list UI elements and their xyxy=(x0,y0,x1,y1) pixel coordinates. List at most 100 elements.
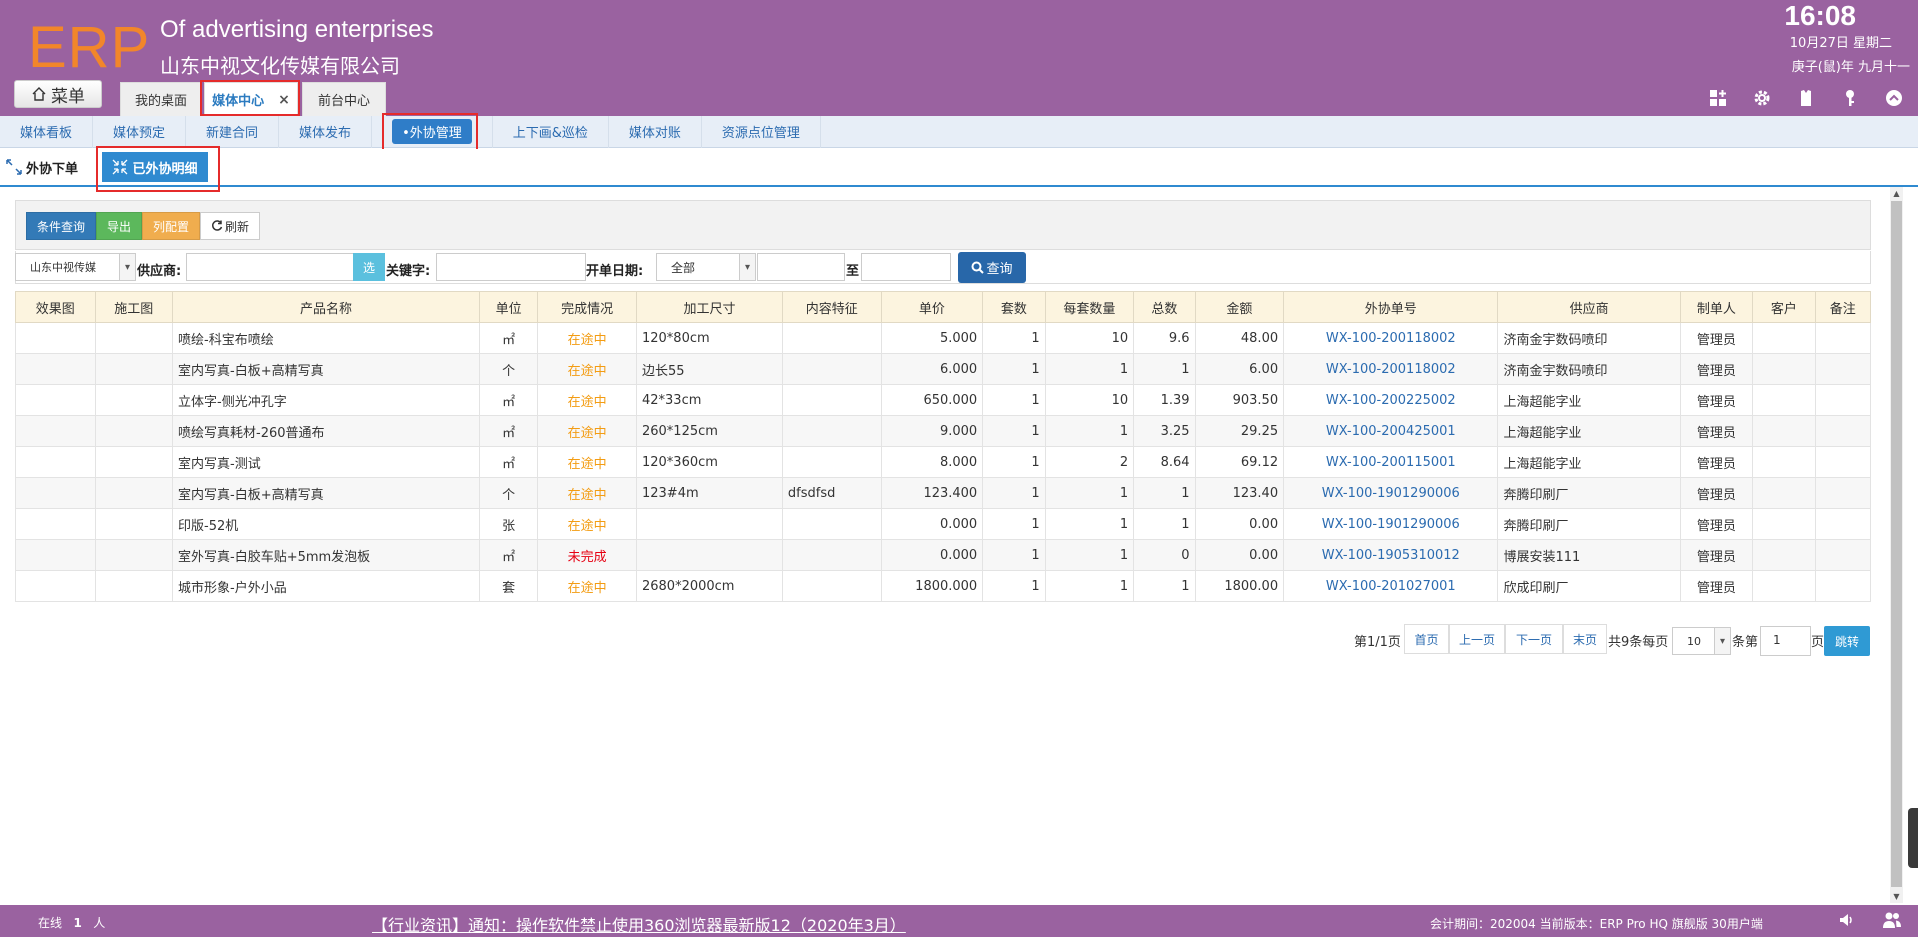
construction-image-cell xyxy=(94,477,173,509)
menu-button[interactable]: 菜单 xyxy=(14,80,102,108)
column-header[interactable]: 套数 xyxy=(982,291,1046,323)
condition-query-button[interactable]: 条件查询 xyxy=(26,212,97,240)
side-drawer-handle[interactable] xyxy=(1908,808,1918,868)
tab-media-center[interactable]: 媒体中心 × xyxy=(204,82,298,116)
jump-button[interactable]: 跳转 xyxy=(1824,626,1870,656)
order-number-link[interactable]: WX-100-200118002 xyxy=(1326,331,1456,346)
column-header[interactable]: 每套数量 xyxy=(1044,291,1135,323)
tab-front-center[interactable]: 前台中心 xyxy=(302,82,386,116)
product-name-cell: 室内写真-白板+高精写真 xyxy=(172,477,480,509)
column-header[interactable]: 金额 xyxy=(1194,291,1285,323)
order-number-cell[interactable]: WX-100-200225002 xyxy=(1283,384,1499,416)
column-header[interactable]: 加工尺寸 xyxy=(635,291,783,323)
date-range-select[interactable]: 全部 ▾ xyxy=(656,253,756,281)
scrollbar-thumb[interactable] xyxy=(1891,201,1902,887)
construction-image-cell xyxy=(94,570,173,602)
column-header[interactable]: 总数 xyxy=(1133,291,1196,323)
close-icon[interactable]: × xyxy=(278,92,290,108)
order-number-link[interactable]: WX-100-200118002 xyxy=(1326,362,1456,377)
column-header[interactable]: 单位 xyxy=(478,291,539,323)
order-number-link[interactable]: WX-100-201027001 xyxy=(1326,579,1456,594)
creator-cell: 管理员 xyxy=(1679,384,1754,416)
vertical-scrollbar[interactable]: ▲ ▼ xyxy=(1890,187,1903,903)
keyword-input[interactable] xyxy=(436,253,586,281)
supplier-input[interactable] xyxy=(186,253,354,281)
prev-page-button[interactable]: 上一页 xyxy=(1449,624,1505,654)
shirt-icon[interactable] xyxy=(1794,86,1818,110)
creator-cell: 管理员 xyxy=(1679,570,1754,602)
order-number-cell[interactable]: WX-100-1901290006 xyxy=(1283,477,1499,509)
table-row[interactable]: 室内写真-白板+高精写真 个 在途中 边长55 6.000 1 1 1 6.00 WX-100-2… xyxy=(15,353,1872,385)
company-select[interactable]: 山东中视传媒 ▾ xyxy=(15,253,136,281)
order-number-cell[interactable]: WX-100-1901290006 xyxy=(1283,508,1499,540)
total-text: 8.64 xyxy=(1160,454,1190,470)
key-icon[interactable] xyxy=(1838,86,1862,110)
end-date-input[interactable] xyxy=(861,253,951,281)
table-row[interactable]: 喷绘-科宝布喷绘 ㎡ 在途中 120*80cm 5.000 1 10 9.6 48.00 WX-1… xyxy=(15,322,1872,354)
table-row[interactable]: 城市形象-户外小品 套 在途中 2680*2000cm 1800.000 1 1 1 1800.… xyxy=(15,570,1872,602)
tab-outsource-order[interactable]: 外协下单 xyxy=(6,149,78,185)
tab-outsource-details[interactable]: 已外协明细 xyxy=(102,152,208,182)
column-header[interactable]: 产品名称 xyxy=(172,291,480,323)
table-row[interactable]: 喷绘写真耗材-260普通布 ㎡ 在途中 260*125cm 9.000 1 1 3.25 29.… xyxy=(15,415,1872,447)
column-header[interactable]: 供应商 xyxy=(1497,291,1681,323)
column-header[interactable]: 效果图 xyxy=(15,291,96,323)
table-row[interactable]: 室内写真-测试 ㎡ 在途中 120*360cm 8.000 1 2 8.64 69.12 WX-1… xyxy=(15,446,1872,478)
column-header[interactable]: 外协单号 xyxy=(1283,291,1499,323)
order-number-link[interactable]: WX-100-1905310012 xyxy=(1322,548,1460,563)
column-header[interactable]: 内容特征 xyxy=(781,291,882,323)
first-page-button[interactable]: 首页 xyxy=(1404,624,1449,654)
nav-outsourcing[interactable]: •外协管理 xyxy=(372,115,493,148)
sets-cell: 1 xyxy=(982,446,1046,478)
refresh-button[interactable]: 刷新 xyxy=(200,212,261,240)
product-name-text: 立体字-侧光冲孔字 xyxy=(178,394,287,410)
scroll-up-icon[interactable]: ▲ xyxy=(1890,187,1903,200)
speaker-icon[interactable] xyxy=(1838,911,1856,933)
table-row[interactable]: 室外写真-白胶车贴+5mm发泡板 ㎡ 未完成 0.000 1 1 0 0.00 WX-100-1… xyxy=(15,539,1872,571)
order-number-cell[interactable]: WX-100-200118002 xyxy=(1283,353,1499,385)
order-number-link[interactable]: WX-100-1901290006 xyxy=(1322,486,1460,501)
order-number-cell[interactable]: WX-100-200115001 xyxy=(1283,446,1499,478)
query-button[interactable]: 查询 xyxy=(958,252,1026,283)
column-header[interactable]: 施工图 xyxy=(94,291,173,323)
table-row[interactable]: 立体字-侧光冲孔字 ㎡ 在途中 42*33cm 650.000 1 10 1.39 903.50… xyxy=(15,384,1872,416)
order-number-cell[interactable]: WX-100-201027001 xyxy=(1283,570,1499,602)
nav-media-board[interactable]: 媒体看板 xyxy=(0,115,94,148)
column-config-button[interactable]: 列配置 xyxy=(142,212,201,240)
column-header[interactable]: 单价 xyxy=(880,291,984,323)
column-header[interactable]: 备注 xyxy=(1814,291,1872,323)
nav-media-booking[interactable]: 媒体预定 xyxy=(93,115,187,148)
table-row[interactable]: 室内写真-白板+高精写真 个 在途中 123#4m dfsdfsd 123.400 1 1 1 1… xyxy=(15,477,1872,509)
tab-my-desktop[interactable]: 我的桌面 xyxy=(120,82,202,116)
order-number-cell[interactable]: WX-100-200118002 xyxy=(1283,322,1499,354)
nav-media-reconcile[interactable]: 媒体对账 xyxy=(609,115,702,148)
nav-new-contract[interactable]: 新建合同 xyxy=(186,115,280,148)
last-page-button[interactable]: 末页 xyxy=(1563,624,1607,654)
order-number-cell[interactable]: WX-100-200425001 xyxy=(1283,415,1499,447)
grid-icon[interactable] xyxy=(1706,86,1730,110)
creator-cell: 管理员 xyxy=(1679,477,1754,509)
page-size-select[interactable]: 10 ▾ xyxy=(1672,627,1731,655)
page-number-input[interactable]: 1 xyxy=(1760,626,1811,656)
order-number-link[interactable]: WX-100-200225002 xyxy=(1326,393,1456,408)
column-header[interactable]: 制单人 xyxy=(1679,291,1754,323)
column-header[interactable]: 客户 xyxy=(1752,291,1816,323)
news-ticker-link[interactable]: 【行业资讯】通知：操作软件禁止使用360浏览器最新版12（2020年3月） xyxy=(372,912,906,936)
users-icon[interactable] xyxy=(1882,911,1902,933)
column-header[interactable]: 完成情况 xyxy=(537,291,637,323)
scroll-down-icon[interactable]: ▼ xyxy=(1890,890,1903,903)
start-date-input[interactable] xyxy=(757,253,845,281)
next-page-button[interactable]: 下一页 xyxy=(1505,624,1563,654)
nav-install-inspect[interactable]: 上下画&巡检 xyxy=(493,115,609,148)
order-number-cell[interactable]: WX-100-1905310012 xyxy=(1283,539,1499,571)
nav-media-publish[interactable]: 媒体发布 xyxy=(279,115,373,148)
order-number-link[interactable]: WX-100-200425001 xyxy=(1326,424,1456,439)
up-arrow-icon[interactable] xyxy=(1882,86,1906,110)
order-number-link[interactable]: WX-100-1901290006 xyxy=(1322,517,1460,532)
supplier-select-button[interactable]: 选 xyxy=(353,253,385,281)
gear-icon[interactable] xyxy=(1750,86,1774,110)
order-number-link[interactable]: WX-100-200115001 xyxy=(1326,455,1456,470)
table-row[interactable]: 印版-52机 张 在途中 0.000 1 1 1 0.00 WX-100-1901290006 奔… xyxy=(15,508,1872,540)
nav-resource-points[interactable]: 资源点位管理 xyxy=(702,115,821,148)
export-button[interactable]: 导出 xyxy=(96,212,143,240)
